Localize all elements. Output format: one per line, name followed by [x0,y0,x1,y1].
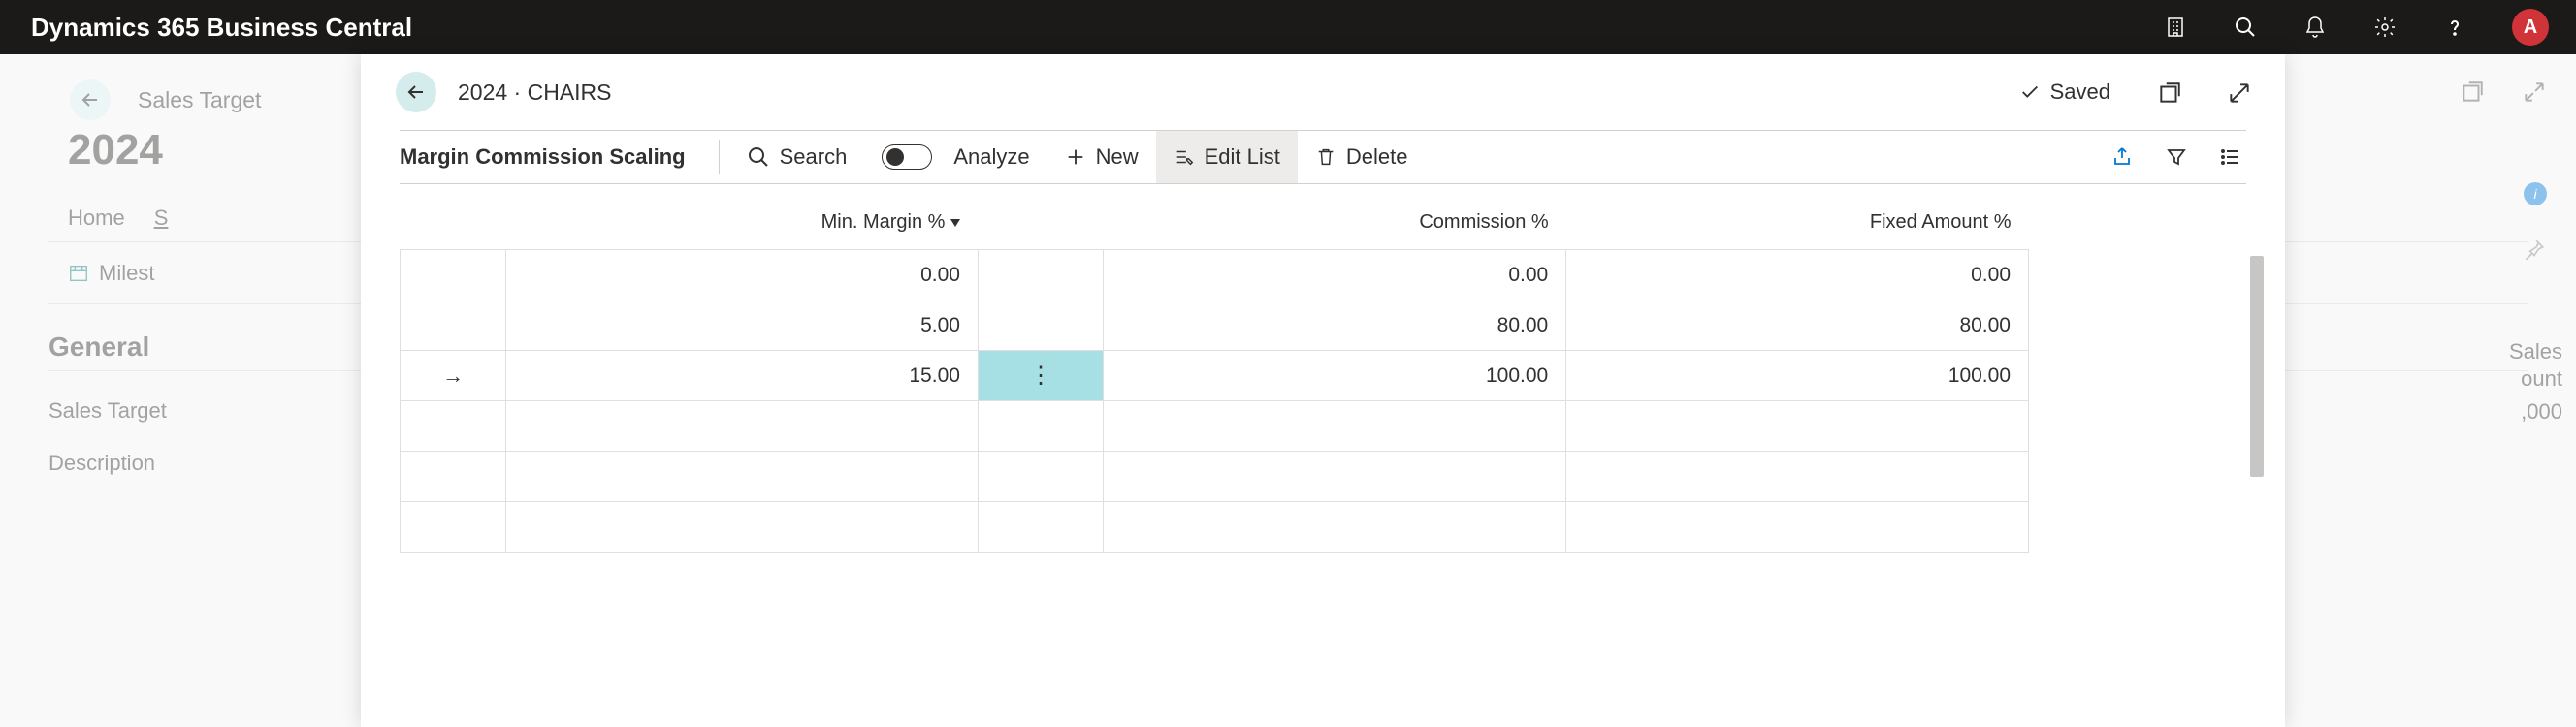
row-selector[interactable] [401,250,506,300]
popout-icon[interactable] [2157,80,2180,104]
table-row[interactable]: 5.00 80.0080.00 [401,300,2029,351]
scrollbar[interactable] [2250,256,2264,477]
new-label: New [1096,144,1139,170]
separator [719,140,720,174]
cell-min-margin[interactable]: 5.00 [506,300,979,351]
dialog-margin-commission-scaling: 2024 · CHAIRS Saved Margin Commission Sc… [361,54,2285,727]
col-commission[interactable]: Commission % [1104,211,1566,250]
help-icon[interactable] [2442,15,2467,40]
data-table: Min. Margin % Commission % Fixed Amount … [400,211,2246,553]
row-menu[interactable]: ⋮ [978,351,1103,401]
dialog-toolbar: Margin Commission Scaling Search Analyze… [400,130,2246,184]
plus-icon [1065,146,1086,168]
col-fixed-amount[interactable]: Fixed Amount % [1566,211,2029,250]
row-menu[interactable] [978,250,1103,300]
edit-list-label: Edit List [1205,144,1280,170]
edit-list-icon [1174,146,1195,168]
table-row-empty[interactable] [401,452,2029,502]
row-selector[interactable] [401,300,506,351]
dialog-breadcrumb: 2024 · CHAIRS [458,79,612,106]
cell-fixed-amount[interactable]: 0.00 [1566,250,2029,300]
table-row-empty[interactable] [401,401,2029,452]
delete-label: Delete [1346,144,1408,170]
saved-indicator: Saved [2019,79,2110,105]
share-icon[interactable] [2110,145,2134,169]
cell-min-margin[interactable]: 0.00 [506,250,979,300]
search-label: Search [780,144,848,170]
expand-icon[interactable] [2227,80,2250,104]
search-icon[interactable] [2233,15,2258,40]
cell-min-margin[interactable]: 15.00 [506,351,979,401]
delete-button[interactable]: Delete [1298,131,1426,183]
saved-label: Saved [2050,79,2110,105]
row-menu[interactable] [978,300,1103,351]
content-area: Sales Target 2024 Home S Milest General … [0,54,2576,727]
toggle-icon [882,144,932,170]
filter-icon[interactable] [2165,145,2188,169]
cell-fixed-amount[interactable]: 100.00 [1566,351,2029,401]
gear-icon[interactable] [2372,15,2398,40]
cell-commission[interactable]: 80.00 [1104,300,1566,351]
building-icon[interactable] [2163,15,2188,40]
bell-icon[interactable] [2302,15,2328,40]
table-row[interactable]: →15.00⋮100.00100.00 [401,351,2029,401]
titlebar: Dynamics 365 Business Central A [0,0,2576,54]
avatar[interactable]: A [2512,9,2549,46]
trash-icon [1315,146,1336,168]
dialog-header: 2024 · CHAIRS Saved [361,54,2285,130]
table-row[interactable]: 0.000.000.00 [401,250,2029,300]
col-min-margin[interactable]: Min. Margin % [506,211,979,250]
search-icon [747,145,770,169]
analyze-toggle[interactable]: Analyze [864,131,1046,183]
new-button[interactable]: New [1047,131,1156,183]
search-button[interactable]: Search [729,131,865,183]
row-selector[interactable]: → [401,351,506,401]
checkmark-icon [2019,81,2041,103]
cell-fixed-amount[interactable]: 80.00 [1566,300,2029,351]
app-title: Dynamics 365 Business Central [31,13,412,43]
toolbar-title: Margin Commission Scaling [400,144,686,170]
list-icon[interactable] [2219,145,2242,169]
cell-commission[interactable]: 0.00 [1104,250,1566,300]
cell-commission[interactable]: 100.00 [1104,351,1566,401]
analyze-label: Analyze [953,144,1029,170]
edit-list-button[interactable]: Edit List [1156,131,1298,183]
back-button-dialog[interactable] [396,72,436,112]
titlebar-actions: A [2163,9,2549,46]
table-row-empty[interactable] [401,502,2029,553]
